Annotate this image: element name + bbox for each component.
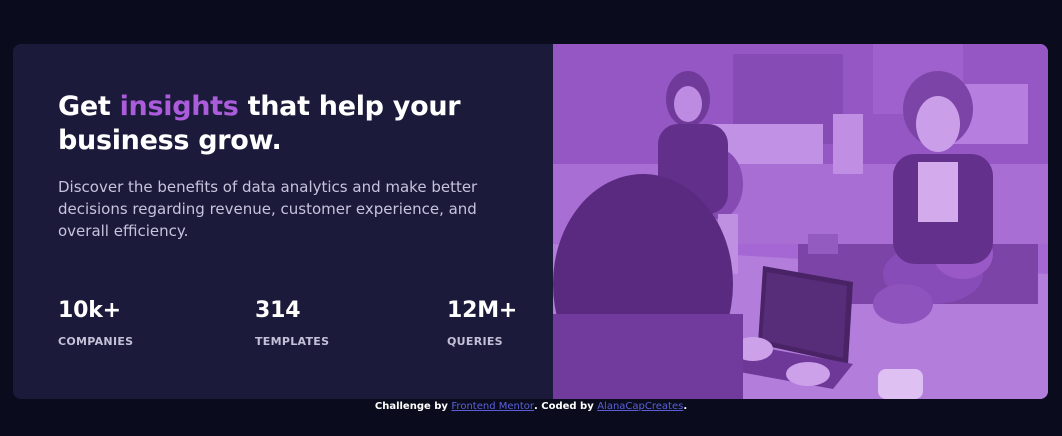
description: Discover the benefits of data analytics …	[58, 178, 478, 240]
attribution-middle: . Coded by	[533, 401, 598, 412]
stat-label: COMPANIES	[58, 335, 134, 348]
stat-label: QUERIES	[447, 335, 503, 348]
author-link[interactable]: AlanaCapCreates	[597, 401, 683, 412]
stats-preview-card: Get insights that help your business gro…	[13, 44, 1048, 399]
attribution: Challenge by Frontend Mentor. Coded by A…	[0, 400, 1062, 414]
stat-templates: 314 TEMPLATES	[255, 297, 329, 349]
stat-value: 10k+	[58, 298, 121, 323]
stat-value: 12M+	[447, 298, 518, 323]
attribution-suffix: .	[683, 401, 688, 412]
stat-companies: 10k+ COMPANIES	[58, 297, 133, 349]
card-content: Get insights that help your business gro…	[58, 90, 528, 242]
stat-label: TEMPLATES	[255, 335, 330, 348]
headline: Get insights that help your business gro…	[58, 90, 528, 158]
headline-accent: insights	[119, 91, 239, 122]
attribution-prefix: Challenge by	[374, 401, 452, 412]
stat-queries: 12M+ QUERIES	[447, 297, 517, 349]
headline-start: Get	[58, 91, 120, 122]
frontend-mentor-link[interactable]: Frontend Mentor	[451, 401, 534, 412]
header-image	[553, 44, 1048, 399]
stat-value: 314	[255, 298, 301, 323]
